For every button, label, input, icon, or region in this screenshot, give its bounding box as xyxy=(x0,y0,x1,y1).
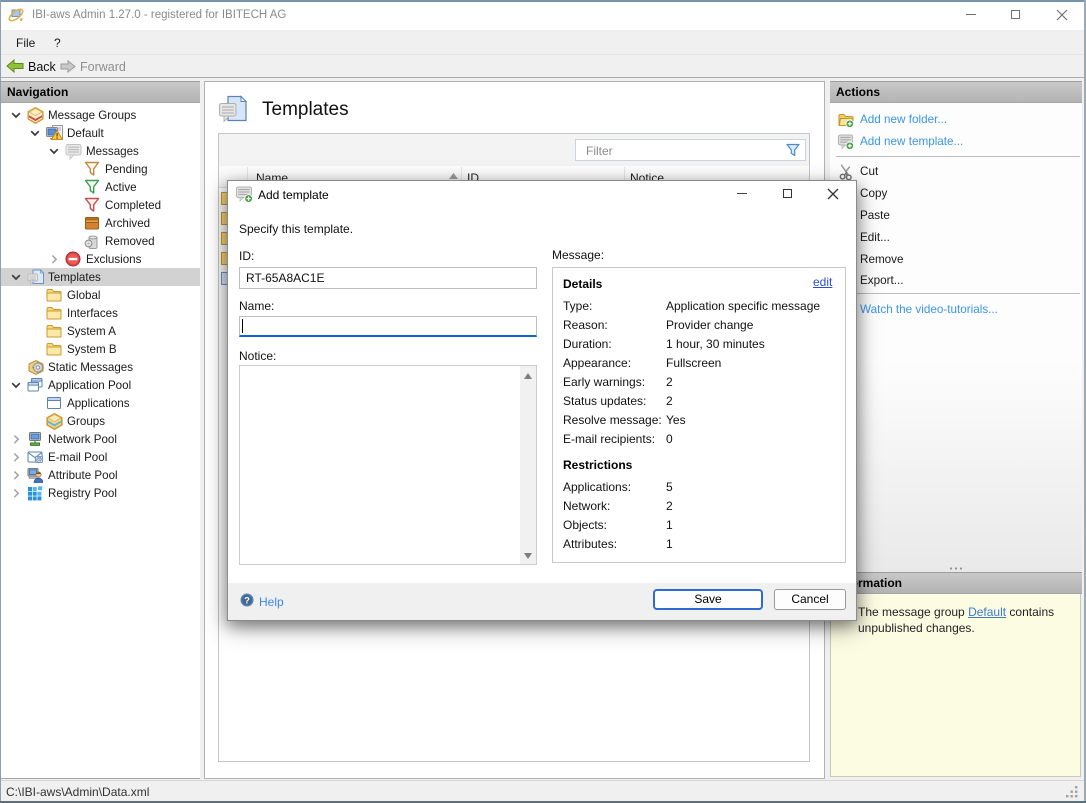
svg-text:@: @ xyxy=(36,456,43,463)
svg-text:?: ? xyxy=(244,595,250,606)
